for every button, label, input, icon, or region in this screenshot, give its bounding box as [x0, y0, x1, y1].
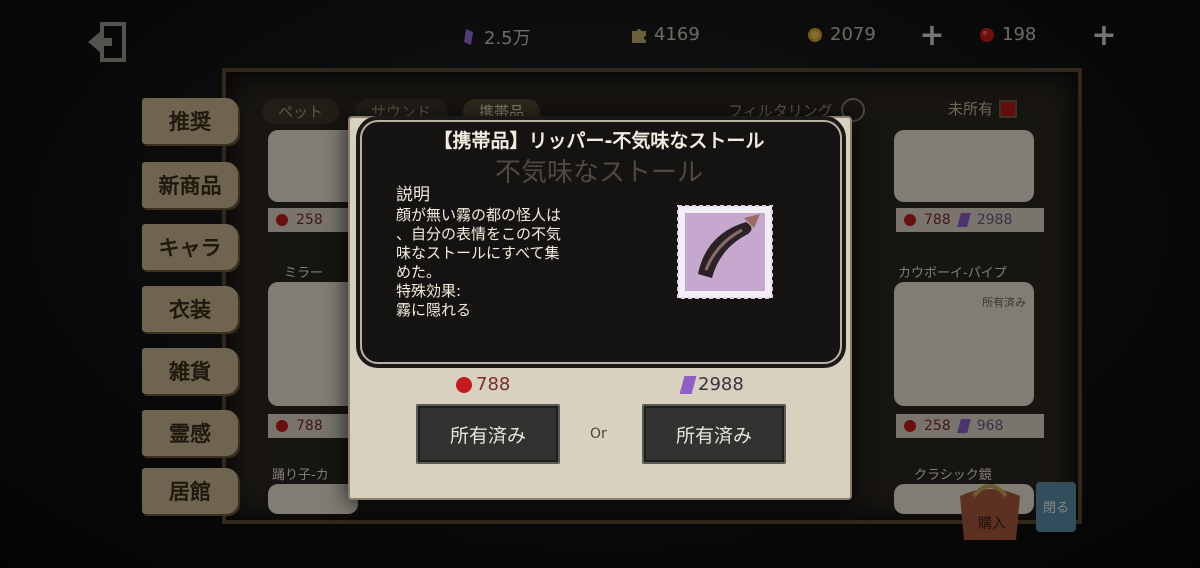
price-red-echo: 788 — [456, 374, 510, 395]
price-red-value: 788 — [476, 374, 511, 395]
buy-with-crystal-button[interactable]: 所有済み — [642, 404, 786, 464]
buy-with-echo-button[interactable]: 所有済み — [416, 404, 560, 464]
dialog-title: 【携帯品】リッパー-不気味なストール — [433, 130, 765, 152]
red-echo-icon — [456, 376, 472, 393]
price-purple-value: 2988 — [698, 374, 744, 395]
description-text: 顔が無い霧の都の怪人は 、自分の表情をこの不気 味なストールにすべて集 めた。 … — [396, 206, 562, 319]
price-purple-crystal: 2988 — [679, 374, 744, 395]
item-name-watermark: 不気味なストール — [494, 158, 703, 188]
description-heading: 説明 — [396, 185, 430, 205]
stole-item-icon — [677, 205, 773, 299]
or-separator: Or — [590, 426, 607, 442]
purple-crystal-icon — [679, 375, 697, 394]
